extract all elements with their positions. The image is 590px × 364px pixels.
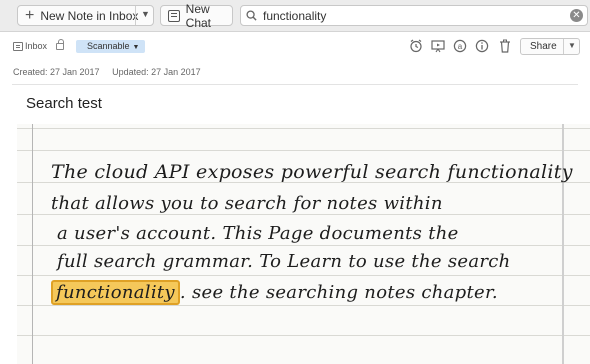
new-note-button[interactable]: + New Note in Inbox ▼: [17, 5, 154, 26]
button-divider: [135, 6, 136, 25]
mention-icon[interactable]: a: [453, 39, 467, 53]
new-note-label: New Note in Inbox: [40, 8, 139, 23]
trash-icon[interactable]: [498, 39, 512, 53]
ruled-line: [17, 128, 590, 129]
header-divider: [12, 84, 578, 85]
new-chat-button[interactable]: New Chat: [160, 2, 233, 30]
notebook-label[interactable]: Inbox: [25, 41, 47, 51]
created-date: Created: 27 Jan 2017: [13, 67, 100, 77]
clear-icon[interactable]: ✕: [570, 9, 583, 22]
plus-icon: +: [25, 6, 35, 24]
updated-date: Updated: 27 Jan 2017: [112, 67, 201, 77]
search-icon: [246, 10, 257, 21]
chevron-down-icon: ▼: [132, 44, 140, 51]
handwriting-text: . see the searching notes chapter.: [179, 282, 498, 303]
chevron-down-icon[interactable]: ▼: [568, 41, 576, 50]
search-input[interactable]: functionality ✕: [240, 5, 588, 26]
note-header: Inbox Scannable ▼ a Share ▼: [0, 36, 590, 58]
chat-icon: [168, 9, 180, 22]
notebook-icon: [13, 42, 23, 51]
ruled-line: [17, 245, 590, 246]
search-highlight[interactable]: functionality: [51, 280, 180, 305]
handwriting-line: a user's account. This Page documents th…: [57, 223, 459, 244]
page-edge: [562, 124, 564, 364]
ruled-line: [17, 305, 590, 306]
ruled-line: [17, 214, 590, 215]
tag-badge[interactable]: Scannable ▼: [76, 40, 146, 53]
info-icon[interactable]: [475, 39, 489, 53]
chevron-down-icon[interactable]: ▼: [141, 9, 150, 19]
handwriting-line: functionality. see the searching notes c…: [51, 280, 498, 305]
handwriting-line: that allows you to search for notes with…: [51, 193, 443, 214]
note-dates: Created: 27 Jan 2017 Updated: 27 Jan 201…: [13, 67, 201, 77]
ruled-line: [17, 335, 590, 336]
lock-icon[interactable]: [56, 39, 64, 50]
new-chat-label: New Chat: [185, 1, 212, 30]
note-title[interactable]: Search test: [26, 95, 102, 112]
handwritten-note-image[interactable]: The cloud API exposes powerful search fu…: [17, 124, 590, 364]
tag-label: Scannable: [87, 41, 130, 51]
share-button[interactable]: Share ▼: [520, 38, 580, 55]
search-query: functionality: [263, 8, 327, 23]
margin-line: [32, 124, 33, 364]
handwriting-line: full search grammar. To Learn to use the…: [57, 251, 511, 272]
handwriting-line: The cloud API exposes powerful search fu…: [51, 161, 573, 183]
svg-text:a: a: [458, 42, 463, 51]
share-label: Share: [530, 41, 557, 52]
ruled-line: [17, 150, 590, 151]
ruled-line: [17, 275, 590, 276]
presentation-icon[interactable]: [431, 39, 445, 53]
button-divider: [563, 39, 564, 54]
top-toolbar: + New Note in Inbox ▼ New Chat functiona…: [0, 0, 590, 32]
reminder-icon[interactable]: [409, 39, 423, 53]
